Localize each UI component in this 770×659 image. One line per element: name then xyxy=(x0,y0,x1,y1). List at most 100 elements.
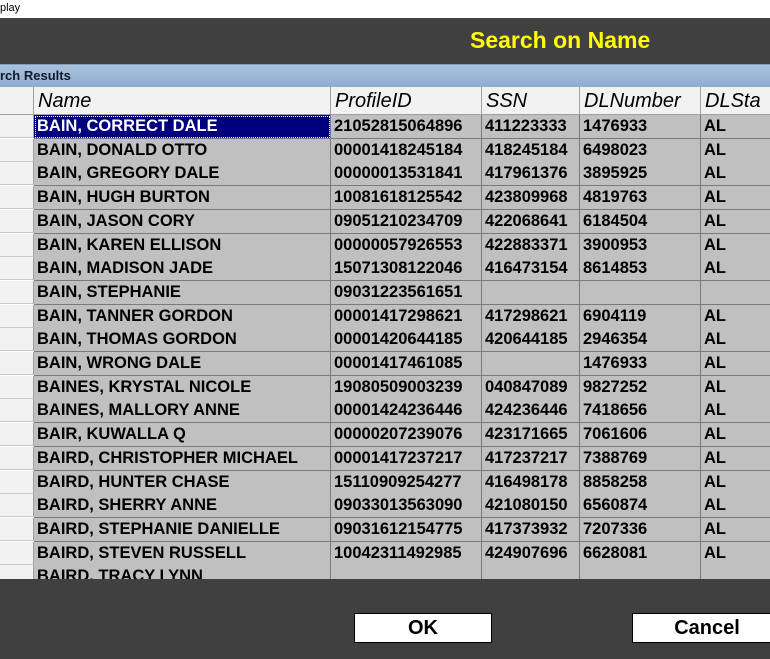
cell-profileid[interactable]: 19080509003239 xyxy=(331,375,482,400)
cell-dlstate[interactable]: AL xyxy=(701,115,770,139)
cell-ssn[interactable] xyxy=(482,352,580,376)
cell-ssn[interactable] xyxy=(482,280,580,305)
row-header[interactable] xyxy=(0,352,34,375)
cell-name[interactable]: BAIRD, SHERRY ANNE xyxy=(34,494,331,519)
cell-name[interactable]: BAIN, JASON CORY xyxy=(34,209,331,234)
cell-name[interactable]: BAINES, MALLORY ANNE xyxy=(34,399,331,424)
cell-dlnumber[interactable] xyxy=(580,565,701,579)
cell-profileid[interactable]: 15071308122046 xyxy=(331,257,482,282)
cell-dlstate[interactable]: AL xyxy=(701,162,770,187)
cell-dlstate[interactable]: AL xyxy=(701,470,770,495)
cell-profileid[interactable]: 00000207239076 xyxy=(331,423,482,448)
row-header[interactable] xyxy=(0,209,34,233)
cell-profileid[interactable]: 00001417237217 xyxy=(331,446,482,471)
cell-dlstate[interactable]: AL xyxy=(701,233,770,258)
cell-ssn[interactable]: 417237217 xyxy=(482,446,580,471)
cell-dlnumber[interactable]: 6560874 xyxy=(580,494,701,519)
cell-ssn[interactable]: 423809968 xyxy=(482,186,580,211)
col-header-profileid[interactable]: ProfileID xyxy=(331,87,482,115)
cell-name[interactable]: BAIN, WRONG DALE xyxy=(34,352,331,376)
row-header[interactable] xyxy=(0,375,34,399)
cell-ssn[interactable]: 422883371 xyxy=(482,233,580,258)
cell-profileid[interactable] xyxy=(331,565,482,579)
cell-name[interactable]: BAIN, CORRECT DALE xyxy=(34,115,331,139)
cell-dlnumber[interactable]: 1476933 xyxy=(580,352,701,376)
cell-profileid[interactable]: 00001418245184 xyxy=(331,138,482,163)
cell-ssn[interactable]: 424236446 xyxy=(482,399,580,424)
cell-name[interactable]: BAIN, TANNER GORDON xyxy=(34,304,331,329)
cell-name[interactable]: BAIN, KAREN ELLISON xyxy=(34,233,331,258)
row-header[interactable] xyxy=(0,186,34,210)
row-header[interactable] xyxy=(0,423,34,447)
ok-button[interactable]: OK xyxy=(354,613,492,643)
cell-ssn[interactable]: 422068641 xyxy=(482,209,580,234)
cell-dlnumber[interactable]: 6628081 xyxy=(580,541,701,566)
cell-dlnumber[interactable]: 7207336 xyxy=(580,517,701,542)
row-header[interactable] xyxy=(0,138,34,162)
cell-dlnumber[interactable]: 7418656 xyxy=(580,399,701,424)
cell-dlnumber[interactable]: 3900953 xyxy=(580,233,701,258)
cell-ssn[interactable]: 417961376 xyxy=(482,162,580,187)
cell-ssn[interactable]: 411223333 xyxy=(482,115,580,139)
row-header[interactable] xyxy=(0,517,34,541)
cell-name[interactable]: BAIRD, TRACY LYNN xyxy=(34,565,331,579)
cell-dlstate[interactable]: AL xyxy=(701,186,770,211)
cell-dlnumber[interactable]: 3895925 xyxy=(580,162,701,187)
cell-name[interactable]: BAIRD, STEPHANIE DANIELLE xyxy=(34,517,331,542)
results-grid[interactable]: Name ProfileID SSN DLNumber DLSta BAIN, CORRE… xyxy=(0,87,770,579)
cell-dlnumber[interactable]: 6498023 xyxy=(580,138,701,163)
cell-dlnumber[interactable]: 7061606 xyxy=(580,423,701,448)
cell-name[interactable]: BAIRD, HUNTER CHASE xyxy=(34,470,331,495)
cell-name[interactable]: BAIN, STEPHANIE xyxy=(34,280,331,305)
cell-dlnumber[interactable]: 7388769 xyxy=(580,446,701,471)
cell-name[interactable]: BAIN, HUGH BURTON xyxy=(34,186,331,211)
cell-dlstate[interactable]: AL xyxy=(701,399,770,424)
cell-profileid[interactable]: 09033013563090 xyxy=(331,494,482,519)
col-header-dlstate[interactable]: DLSta xyxy=(701,87,770,115)
cell-dlnumber[interactable]: 9827252 xyxy=(580,375,701,400)
col-header-ssn[interactable]: SSN xyxy=(482,87,580,115)
cell-profileid[interactable]: 10081618125542 xyxy=(331,186,482,211)
cell-profileid[interactable]: 00001417461085 xyxy=(331,352,482,376)
cell-ssn[interactable]: 418245184 xyxy=(482,138,580,163)
row-header[interactable] xyxy=(0,494,34,518)
cell-ssn[interactable]: 417373932 xyxy=(482,517,580,542)
col-header-dlnumber[interactable]: DLNumber xyxy=(580,87,701,115)
row-header[interactable] xyxy=(0,233,34,257)
row-header[interactable] xyxy=(0,280,34,304)
cell-profileid[interactable]: 00000013531841 xyxy=(331,162,482,187)
cell-profileid[interactable]: 21052815064896 xyxy=(331,115,482,139)
cell-ssn[interactable]: 420644185 xyxy=(482,328,580,353)
row-header[interactable] xyxy=(0,470,34,494)
row-header[interactable] xyxy=(0,446,34,470)
cell-ssn[interactable]: 416498178 xyxy=(482,470,580,495)
cell-dlstate[interactable]: AL xyxy=(701,494,770,519)
row-header[interactable] xyxy=(0,328,34,352)
cancel-button[interactable]: Cancel xyxy=(632,613,770,643)
cell-profileid[interactable]: 00001420644185 xyxy=(331,328,482,353)
cell-name[interactable]: BAIN, DONALD OTTO xyxy=(34,138,331,163)
cell-dlstate[interactable]: AL xyxy=(701,352,770,376)
cell-dlstate[interactable]: AL xyxy=(701,138,770,163)
cell-ssn[interactable]: 417298621 xyxy=(482,304,580,329)
cell-dlstate[interactable]: AL xyxy=(701,446,770,471)
cell-dlnumber[interactable] xyxy=(580,280,701,305)
cell-profileid[interactable]: 00001424236446 xyxy=(331,399,482,424)
cell-dlstate[interactable]: AL xyxy=(701,517,770,542)
cell-dlstate[interactable]: AL xyxy=(701,328,770,353)
cell-dlstate[interactable] xyxy=(701,280,770,305)
cell-name[interactable]: BAINES, KRYSTAL NICOLE xyxy=(34,375,331,400)
cell-profileid[interactable]: 15110909254277 xyxy=(331,470,482,495)
col-header-name[interactable]: Name xyxy=(34,87,331,115)
cell-ssn[interactable]: 421080150 xyxy=(482,494,580,519)
cell-dlnumber[interactable]: 1476933 xyxy=(580,115,701,139)
cell-profileid[interactable]: 00001417298621 xyxy=(331,304,482,329)
row-header[interactable] xyxy=(0,304,34,328)
cell-profileid[interactable]: 09051210234709 xyxy=(331,209,482,234)
cell-profileid[interactable]: 09031223561651 xyxy=(331,280,482,305)
cell-ssn[interactable]: 423171665 xyxy=(482,423,580,448)
cell-ssn[interactable]: 424907696 xyxy=(482,541,580,566)
cell-ssn[interactable] xyxy=(482,565,580,579)
cell-name[interactable]: BAIR, KUWALLA Q xyxy=(34,423,331,448)
cell-dlnumber[interactable]: 8614853 xyxy=(580,257,701,282)
